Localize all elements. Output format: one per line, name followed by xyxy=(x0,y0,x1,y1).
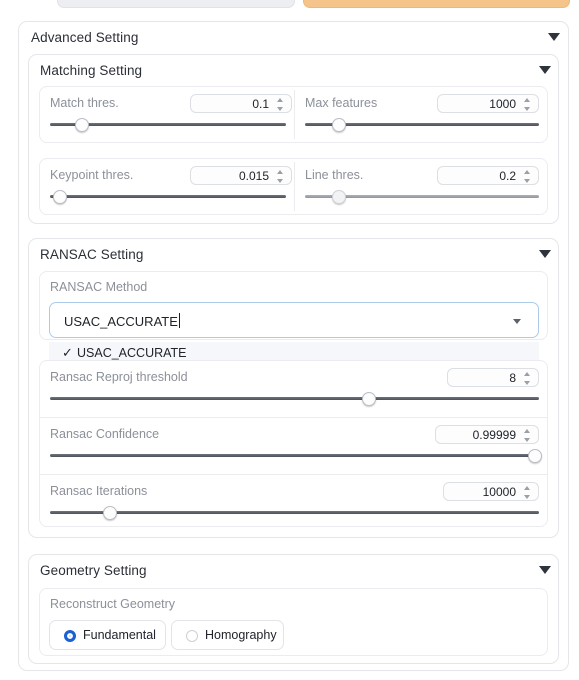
stepper-icon[interactable] xyxy=(277,170,285,183)
ransac-iterations-label: Ransac Iterations xyxy=(50,484,148,498)
max-features-input[interactable]: 1000 xyxy=(437,94,539,113)
text-cursor xyxy=(178,313,180,328)
ransac-reproj-threshold-slider[interactable] xyxy=(50,392,539,406)
slider-thumb[interactable] xyxy=(331,118,346,132)
keypoint-thres-label: Keypoint thres. xyxy=(50,168,134,182)
ransac-confidence-slider[interactable] xyxy=(50,449,543,463)
slider-thumb[interactable] xyxy=(528,449,543,463)
radio-selected-icon[interactable] xyxy=(64,630,76,642)
gray-button[interactable] xyxy=(57,0,295,8)
radio-homography[interactable]: Homography xyxy=(171,620,284,650)
radio-homography-label: Homography xyxy=(205,628,277,642)
ransac-iterations-value: 10000 xyxy=(482,485,516,499)
slider-thumb[interactable] xyxy=(53,190,68,204)
max-features-value: 1000 xyxy=(489,97,516,111)
radio-fundamental-label: Fundamental xyxy=(83,628,156,642)
ransac-reproj-threshold-input[interactable]: 8 xyxy=(447,368,539,387)
slider-thumb[interactable] xyxy=(74,118,89,132)
ransac-method-value: USAC_ACCURATE xyxy=(64,314,178,329)
keypoint-thres-slider[interactable] xyxy=(50,190,286,204)
slider-track xyxy=(50,396,539,400)
ransac-reproj-threshold-value: 8 xyxy=(509,371,516,385)
match-thres-input[interactable]: 0.1 xyxy=(190,94,292,113)
geometry-setting-collapse-icon[interactable] xyxy=(539,566,551,574)
row-divider xyxy=(294,162,295,211)
settings-panel: Advanced Setting Matching Setting Match … xyxy=(0,0,579,680)
geometry-setting-title: Geometry Setting xyxy=(40,563,147,578)
ransac-setting-collapse-icon[interactable] xyxy=(539,250,551,258)
match-thres-label: Match thres. xyxy=(50,96,119,110)
max-features-slider[interactable] xyxy=(305,118,539,132)
ransac-confidence-value: 0.99999 xyxy=(472,428,516,442)
slider-track xyxy=(50,194,286,198)
dropdown-option-label: USAC_ACCURATE xyxy=(77,346,187,360)
keypoint-thres-value: 0.015 xyxy=(238,169,269,183)
check-icon: ✓ xyxy=(62,345,73,360)
top-button-strip xyxy=(0,0,579,8)
chevron-down-icon[interactable] xyxy=(513,319,521,324)
ransac-method-label: RANSAC Method xyxy=(50,280,148,294)
slider-track xyxy=(50,510,539,514)
radio-fundamental[interactable]: Fundamental xyxy=(49,620,166,650)
max-features-label: Max features xyxy=(305,96,378,110)
advanced-setting-collapse-icon[interactable] xyxy=(548,33,560,41)
row-divider xyxy=(40,417,547,418)
row-divider xyxy=(40,474,547,475)
row-divider xyxy=(294,90,295,139)
orange-button[interactable] xyxy=(303,0,570,8)
line-thres-label: Line thres. xyxy=(305,168,364,182)
slider-thumb[interactable] xyxy=(331,190,346,204)
radio-unselected-icon[interactable] xyxy=(186,630,198,642)
advanced-setting-title: Advanced Setting xyxy=(31,30,139,45)
match-thres-slider[interactable] xyxy=(50,118,286,132)
stepper-icon[interactable] xyxy=(524,98,532,111)
matching-setting-collapse-icon[interactable] xyxy=(539,66,551,74)
keypoint-thres-input[interactable]: 0.015 xyxy=(190,166,292,185)
line-thres-value: 0.2 xyxy=(499,169,516,183)
line-thres-slider[interactable] xyxy=(305,190,539,204)
stepper-icon[interactable] xyxy=(524,372,532,385)
stepper-icon[interactable] xyxy=(524,486,532,499)
slider-track xyxy=(50,453,539,457)
ransac-reproj-threshold-label: Ransac Reproj threshold xyxy=(50,370,188,384)
slider-thumb[interactable] xyxy=(102,506,117,520)
match-thres-value: 0.1 xyxy=(252,97,269,111)
stepper-icon[interactable] xyxy=(524,429,532,442)
ransac-method-combobox[interactable]: USAC_ACCURATE xyxy=(49,302,539,338)
reconstruct-geometry-label: Reconstruct Geometry xyxy=(50,597,176,611)
ransac-setting-title: RANSAC Setting xyxy=(40,247,144,262)
ransac-method-value-wrap: USAC_ACCURATE xyxy=(64,313,180,329)
matching-setting-title: Matching Setting xyxy=(40,63,143,78)
ransac-iterations-input[interactable]: 10000 xyxy=(443,482,539,501)
line-thres-input[interactable]: 0.2 xyxy=(437,166,539,185)
ransac-iterations-slider[interactable] xyxy=(50,506,539,520)
slider-thumb[interactable] xyxy=(361,392,376,406)
stepper-icon[interactable] xyxy=(277,98,285,111)
stepper-icon[interactable] xyxy=(524,170,532,183)
ransac-confidence-input[interactable]: 0.99999 xyxy=(435,425,539,444)
ransac-confidence-label: Ransac Confidence xyxy=(50,427,160,441)
